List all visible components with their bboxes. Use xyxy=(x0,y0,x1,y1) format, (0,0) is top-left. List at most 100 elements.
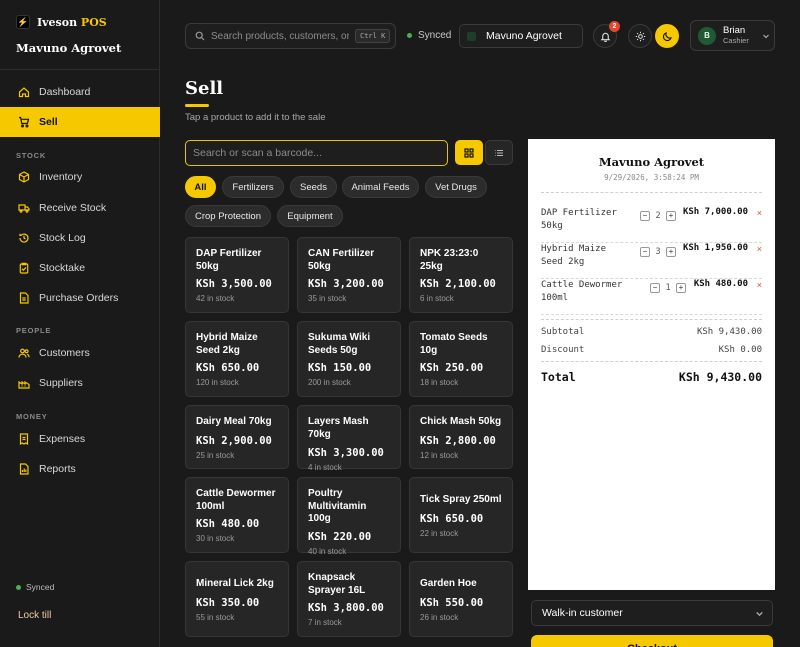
sidebar-item-label: Sell xyxy=(39,116,58,128)
filter-chip-vet-drugs[interactable]: Vet Drugs xyxy=(425,176,487,198)
sidebar-item-expenses[interactable]: Expenses xyxy=(0,424,160,454)
sidebar-item-reports[interactable]: Reports xyxy=(0,454,160,484)
sidebar-item-label: Reports xyxy=(39,463,76,475)
sidebar-item-label: Customers xyxy=(39,347,90,359)
sidebar-item-sell[interactable]: Sell xyxy=(0,107,160,137)
cart-icon xyxy=(18,116,30,128)
app-name-prefix: Iveson xyxy=(37,15,78,29)
increase-qty-button[interactable]: + xyxy=(676,283,686,293)
page-title: Sell xyxy=(185,78,224,99)
barcode-search-input[interactable] xyxy=(193,147,433,159)
product-card[interactable]: Tomato Seeds 10g KSh 250.00 18 in stock xyxy=(409,321,513,397)
sidebar-item-inventory[interactable]: Inventory xyxy=(0,162,160,192)
sidebar-item-label: Receive Stock xyxy=(39,202,107,214)
product-name: DAP Fertilizer 50kg xyxy=(196,248,262,272)
product-card[interactable]: Sukuma Wiki Seeds 50g KSh 150.00 200 in … xyxy=(297,321,401,397)
quantity-stepper: − 1 + xyxy=(650,283,686,293)
discount-value: KSh 0.00 xyxy=(718,345,762,355)
product-price: KSh 3,800.00 xyxy=(308,602,384,614)
sidebar-item-label: Stock Log xyxy=(39,232,86,244)
sidebar-item-purchase-orders[interactable]: Purchase Orders xyxy=(0,283,160,313)
clipboard-check-icon xyxy=(18,262,30,274)
grid-view-button[interactable] xyxy=(455,140,483,165)
filter-chip-crop-protection[interactable]: Crop Protection xyxy=(185,205,271,227)
product-card[interactable]: DAP Fertilizer 50kg KSh 3,500.00 42 in s… xyxy=(185,237,289,313)
product-stock: 35 in stock xyxy=(308,294,347,303)
sidebar-item-stocktake[interactable]: Stocktake xyxy=(0,253,160,283)
increase-qty-button[interactable]: + xyxy=(666,211,676,221)
line-item-price: KSh 1,950.00 xyxy=(682,243,748,253)
remove-item-icon[interactable]: × xyxy=(757,244,762,254)
remove-item-icon[interactable]: × xyxy=(757,208,762,218)
sun-icon xyxy=(635,31,645,41)
product-stock: 40 in stock xyxy=(308,546,347,556)
product-price: KSh 3,300.00 xyxy=(308,447,384,459)
list-view-button[interactable] xyxy=(485,140,513,165)
status-dot-icon xyxy=(16,584,21,590)
receipt-line-item: Cattle Dewormer 100ml − 1 + KSh 480.00 × xyxy=(541,279,762,315)
sidebar-item-receive-stock[interactable]: Receive Stock xyxy=(0,193,160,223)
global-search-input[interactable] xyxy=(211,30,349,42)
sidebar-item-customers[interactable]: Customers xyxy=(0,338,160,368)
sidebar-item-dashboard[interactable]: Dashboard xyxy=(0,77,160,107)
topbar-sync-status: Synced xyxy=(407,30,451,41)
decrease-qty-button[interactable]: − xyxy=(640,247,650,257)
product-card[interactable]: CAN Fertilizer 50kg KSh 3,200.00 35 in s… xyxy=(297,237,401,313)
filter-chip-animal-feeds[interactable]: Animal Feeds xyxy=(342,176,419,198)
line-item-price: KSh 480.00 xyxy=(693,279,748,289)
product-card[interactable]: Knapsack Sprayer 16L KSh 3,800.00 7 in s… xyxy=(297,561,401,637)
filter-chip-seeds[interactable]: Seeds xyxy=(290,176,337,198)
product-name: Tomato Seeds 10g xyxy=(420,332,488,356)
remove-item-icon[interactable]: × xyxy=(757,280,762,290)
store-selector[interactable]: Mavuno Agrovet xyxy=(459,24,583,48)
light-theme-button[interactable] xyxy=(628,24,652,48)
product-card[interactable]: Dairy Meal 70kg KSh 2,900.00 25 in stock xyxy=(185,405,289,469)
section-label-people: PEOPLE xyxy=(16,326,52,335)
increase-qty-button[interactable]: + xyxy=(666,247,676,257)
product-card[interactable]: Cattle Dewormer 100ml KSh 480.00 30 in s… xyxy=(185,477,289,553)
decrease-qty-button[interactable]: − xyxy=(650,283,660,293)
product-card[interactable]: Mineral Lick 2kg KSh 350.00 55 in stock xyxy=(185,561,289,637)
app-name: Iveson POS xyxy=(37,16,107,29)
product-card[interactable]: Poultry Multivitamin 100g KSh 220.00 40 … xyxy=(297,477,401,556)
product-stock: 55 in stock xyxy=(196,612,235,622)
product-name: Dairy Meal 70kg xyxy=(196,416,272,427)
product-price: KSh 250.00 xyxy=(420,362,484,374)
sidebar-item-label: Expenses xyxy=(39,433,86,445)
product-price: KSh 350.00 xyxy=(196,596,260,609)
truck-icon xyxy=(18,202,30,214)
product-name: CAN Fertilizer 50kg xyxy=(308,248,375,272)
report-icon xyxy=(18,463,30,475)
filter-chip-equipment[interactable]: Equipment xyxy=(277,205,343,227)
filter-chip-all[interactable]: All xyxy=(185,176,216,198)
product-card[interactable]: Layers Mash 70kg KSh 3,300.00 4 in stock xyxy=(297,405,401,472)
sidebar-item-suppliers[interactable]: Suppliers xyxy=(0,368,160,398)
product-card[interactable]: Chick Mash 50kg KSh 2,800.00 12 in stock xyxy=(409,405,513,469)
product-card[interactable]: Hybrid Maize Seed 2kg KSh 650.00 120 in … xyxy=(185,321,289,397)
filter-chip-fertilizers[interactable]: Fertilizers xyxy=(222,176,284,198)
shortcut-hint: Ctrl K xyxy=(355,29,391,43)
checkout-button[interactable]: Checkout xyxy=(531,635,773,647)
dark-theme-button[interactable] xyxy=(655,24,679,48)
bell-icon xyxy=(600,32,610,42)
decrease-qty-button[interactable]: − xyxy=(640,211,650,221)
sidebar-item-stock-log[interactable]: Stock Log xyxy=(0,223,160,253)
product-card[interactable]: Tick Spray 250ml KSh 650.00 22 in stock xyxy=(409,477,513,553)
sync-status: Synced xyxy=(16,582,54,592)
user-menu[interactable]: B Brian Cashier xyxy=(690,20,775,51)
line-item-name: Hybrid Maize Seed 2kg xyxy=(541,244,607,267)
lock-till-button[interactable]: Lock till xyxy=(18,610,51,621)
barcode-search[interactable] xyxy=(185,140,448,166)
product-stock: 6 in stock xyxy=(420,294,454,303)
user-name: Brian xyxy=(723,25,746,36)
receipt-line-item: DAP Fertilizer 50kg − 2 + KSh 7,000.00 × xyxy=(541,207,762,243)
product-stock: 42 in stock xyxy=(196,294,235,303)
product-card[interactable]: NPK 23:23:0 25kg KSh 2,100.00 6 in stock xyxy=(409,237,513,313)
customer-select[interactable]: Walk-in customer xyxy=(531,600,773,626)
bolt-logo-icon: ⚡ xyxy=(16,15,30,29)
chevron-down-icon xyxy=(762,34,769,38)
sync-status-label: Synced xyxy=(26,582,55,592)
product-card[interactable]: Garden Hoe KSh 550.00 26 in stock xyxy=(409,561,513,637)
total-row: Total KSh 9,430.00 xyxy=(541,370,762,384)
global-search[interactable]: Ctrl K xyxy=(185,23,396,49)
